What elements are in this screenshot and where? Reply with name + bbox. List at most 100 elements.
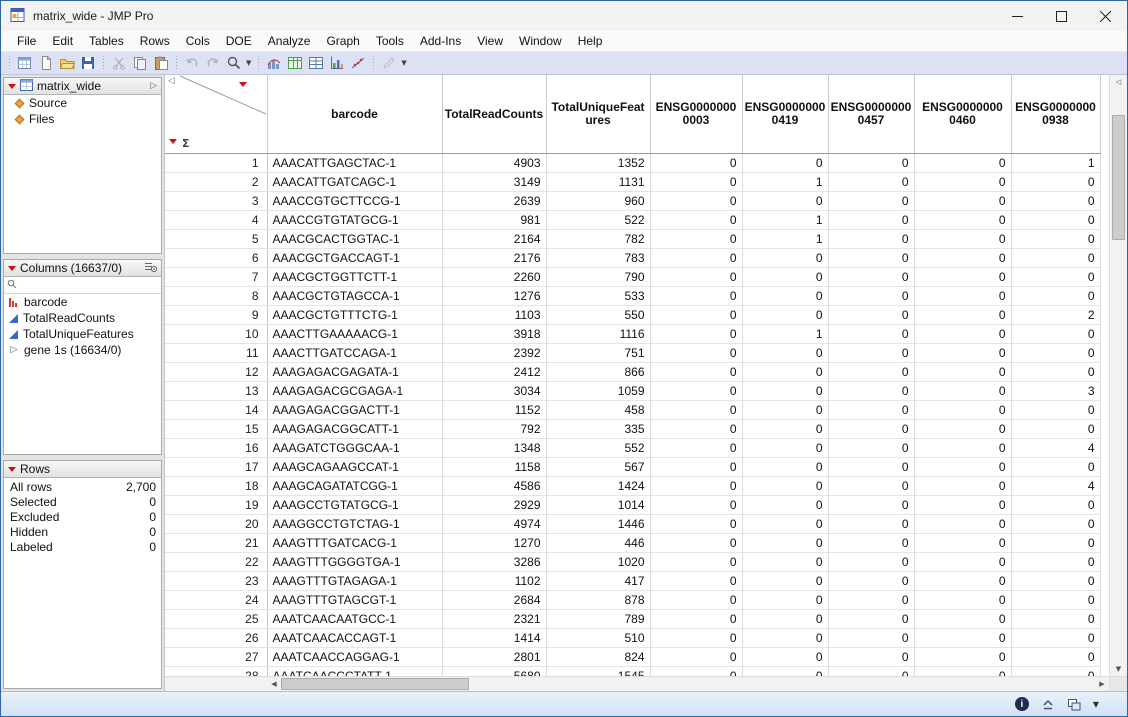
data-cell[interactable]: 1131 (546, 173, 650, 192)
data-cell[interactable]: 2260 (442, 268, 546, 287)
data-cell[interactable]: 3 (1011, 382, 1100, 401)
data-cell[interactable]: 0 (742, 439, 828, 458)
column-header-barcode[interactable]: barcode (267, 75, 442, 154)
data-cell[interactable]: 1 (742, 230, 828, 249)
data-cell[interactable]: 0 (914, 249, 1011, 268)
data-cell[interactable]: 0 (650, 610, 742, 629)
data-cell[interactable]: 0 (742, 553, 828, 572)
data-cell[interactable]: 0 (650, 325, 742, 344)
data-cell[interactable]: 0 (1011, 287, 1100, 306)
panel-expand-icon[interactable]: ▷ (150, 82, 157, 91)
cut-icon[interactable] (108, 53, 129, 73)
data-cell[interactable]: 0 (1011, 325, 1100, 344)
data-cell[interactable]: 0 (742, 420, 828, 439)
data-cell[interactable]: AAAGTTTGTAGCGT-1 (267, 591, 442, 610)
data-cell[interactable]: 0 (914, 401, 1011, 420)
scroll-down-icon[interactable]: ▼ (1110, 662, 1127, 676)
toolbar-options-icon[interactable]: ▼ (399, 59, 408, 67)
data-cell[interactable]: 0 (828, 401, 914, 420)
data-cell[interactable]: AAACATTGAGCTAC-1 (267, 154, 442, 173)
row-number-cell[interactable]: 21 (165, 534, 267, 553)
data-cell[interactable]: AAAGAGACGGACTT-1 (267, 401, 442, 420)
data-cell[interactable]: 0 (650, 173, 742, 192)
data-cell[interactable]: 0 (742, 515, 828, 534)
data-cell[interactable]: 0 (828, 173, 914, 192)
group-expand-icon[interactable]: ▷ (9, 345, 19, 355)
data-cell[interactable]: 1348 (442, 439, 546, 458)
data-cell[interactable]: 0 (914, 154, 1011, 173)
data-cell[interactable]: 0 (650, 591, 742, 610)
data-cell[interactable]: 0 (1011, 515, 1100, 534)
row-number-cell[interactable]: 14 (165, 401, 267, 420)
data-cell[interactable]: 1102 (442, 572, 546, 591)
search-icon[interactable] (223, 53, 244, 73)
data-cell[interactable]: 1 (742, 211, 828, 230)
row-number-cell[interactable]: 5 (165, 230, 267, 249)
data-cell[interactable]: 0 (742, 287, 828, 306)
window-layout-icon[interactable] (1067, 698, 1081, 711)
close-button[interactable] (1083, 1, 1127, 31)
data-cell[interactable]: 0 (914, 230, 1011, 249)
data-cell[interactable]: 0 (828, 610, 914, 629)
data-cell[interactable]: 1 (742, 173, 828, 192)
data-cell[interactable]: 0 (828, 667, 914, 677)
data-cell[interactable]: 335 (546, 420, 650, 439)
row-number-cell[interactable]: 25 (165, 610, 267, 629)
data-cell[interactable]: 0 (914, 306, 1011, 325)
data-cell[interactable]: 4 (1011, 439, 1100, 458)
tabulate-icon[interactable] (284, 53, 305, 73)
data-cell[interactable]: 0 (742, 629, 828, 648)
data-cell[interactable]: 1414 (442, 629, 546, 648)
menu-item-tables[interactable]: Tables (81, 32, 132, 50)
row-number-cell[interactable]: 17 (165, 458, 267, 477)
data-cell[interactable]: 0 (650, 287, 742, 306)
columns-settings-icon[interactable] (144, 261, 157, 276)
data-cell[interactable]: 0 (828, 515, 914, 534)
data-cell[interactable]: 0 (650, 515, 742, 534)
data-cell[interactable]: 0 (742, 249, 828, 268)
data-cell[interactable]: 0 (650, 230, 742, 249)
data-cell[interactable]: 0 (742, 667, 828, 677)
row-number-cell[interactable]: 11 (165, 344, 267, 363)
column-header-ensg0000000-0460[interactable]: ENSG0000000 0460 (914, 75, 1011, 154)
data-cell[interactable]: 0 (650, 553, 742, 572)
vertical-scrollbar[interactable]: ◁ ▼ (1109, 75, 1127, 676)
graph-builder-icon[interactable] (326, 53, 347, 73)
data-cell[interactable]: 0 (742, 648, 828, 667)
data-cell[interactable]: 0 (828, 648, 914, 667)
data-cell[interactable]: 0 (742, 477, 828, 496)
data-cell[interactable]: 1020 (546, 553, 650, 572)
menu-item-edit[interactable]: Edit (44, 32, 81, 50)
data-cell[interactable]: 792 (442, 420, 546, 439)
data-cell[interactable]: AAACCGTGCTTCCG-1 (267, 192, 442, 211)
data-cell[interactable]: 0 (914, 325, 1011, 344)
data-cell[interactable]: AAAGTTTGATCACG-1 (267, 534, 442, 553)
data-cell[interactable]: 0 (742, 610, 828, 629)
data-cell[interactable]: 0 (650, 306, 742, 325)
data-cell[interactable]: 2639 (442, 192, 546, 211)
data-cell[interactable]: 0 (1011, 496, 1100, 515)
data-cell[interactable]: 1545 (546, 667, 650, 677)
row-number-cell[interactable]: 4 (165, 211, 267, 230)
data-cell[interactable]: 0 (1011, 344, 1100, 363)
row-number-cell[interactable]: 24 (165, 591, 267, 610)
data-cell[interactable]: 0 (1011, 610, 1100, 629)
data-cell[interactable]: 0 (828, 344, 914, 363)
data-cell[interactable]: 2684 (442, 591, 546, 610)
columns-corner-menu-icon[interactable] (239, 82, 247, 87)
data-cell[interactable]: 0 (650, 477, 742, 496)
column-header-totalreadcounts[interactable]: TotalReadCounts (442, 75, 546, 154)
data-cell[interactable]: 0 (828, 572, 914, 591)
data-cell[interactable]: 0 (1011, 458, 1100, 477)
data-cell[interactable]: 0 (650, 382, 742, 401)
data-cell[interactable]: AAATCAACCCTATT-1 (267, 667, 442, 677)
data-cell[interactable]: 1116 (546, 325, 650, 344)
data-cell[interactable]: 0 (742, 382, 828, 401)
data-cell[interactable]: 0 (914, 553, 1011, 572)
data-cell[interactable]: 4 (1011, 477, 1100, 496)
menu-item-view[interactable]: View (469, 32, 511, 50)
column-header-ensg0000000-0003[interactable]: ENSG0000000 0003 (650, 75, 742, 154)
row-number-cell[interactable]: 18 (165, 477, 267, 496)
menu-item-file[interactable]: File (9, 32, 44, 50)
data-cell[interactable]: 0 (828, 534, 914, 553)
